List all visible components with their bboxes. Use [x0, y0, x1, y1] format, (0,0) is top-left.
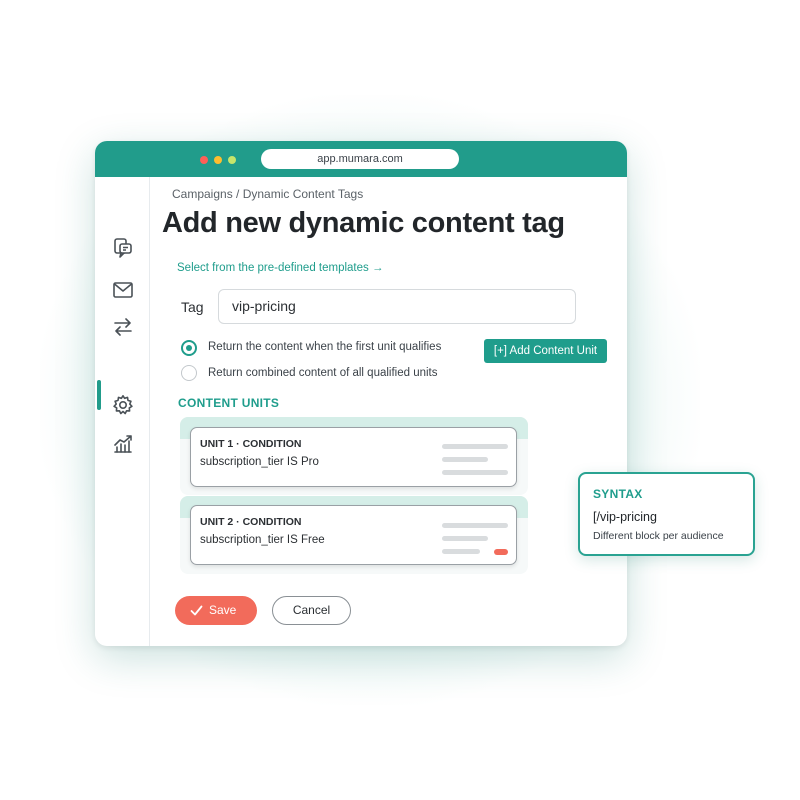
syntax-title: SYNTAX — [593, 487, 643, 501]
unit-title: UNIT 1 · CONDITION — [200, 438, 302, 450]
placeholder-line — [442, 444, 508, 449]
close-window-dot[interactable] — [200, 156, 208, 164]
placeholder-line — [442, 549, 480, 554]
placeholder-line — [442, 536, 488, 541]
remove-unit-indicator[interactable] — [494, 549, 508, 555]
combined-units-radio-label[interactable]: Return combined content of all qualified… — [208, 367, 438, 379]
cancel-button[interactable]: Cancel — [272, 596, 351, 625]
predefined-templates-link[interactable]: Select from the pre-defined templates → — [177, 262, 383, 274]
placeholder-line — [442, 470, 508, 475]
gear-icon[interactable] — [111, 393, 135, 417]
address-bar[interactable]: app.mumara.com — [261, 149, 459, 169]
content-unit-card[interactable]: UNIT 1 · CONDITION subscription_tier IS … — [190, 427, 517, 487]
sidebar — [95, 177, 150, 646]
page-title: Add new dynamic content tag — [162, 207, 565, 239]
tag-label: Tag — [181, 299, 204, 315]
combined-units-radio[interactable] — [181, 365, 197, 381]
first-unit-radio[interactable] — [181, 340, 197, 356]
syntax-description: Different block per audience — [593, 530, 724, 542]
placeholder-line — [442, 523, 508, 528]
placeholder-line — [442, 457, 488, 462]
minimize-window-dot[interactable] — [214, 156, 222, 164]
maximize-window-dot[interactable] — [228, 156, 236, 164]
content-units-heading: CONTENT UNITS — [178, 396, 280, 410]
tag-input[interactable]: vip-pricing — [218, 289, 576, 324]
unit-title: UNIT 2 · CONDITION — [200, 516, 302, 528]
chat-icon[interactable] — [111, 236, 135, 260]
first-unit-radio-label[interactable]: Return the content when the first unit q… — [208, 341, 441, 353]
unit-condition: subscription_tier IS Pro — [200, 456, 319, 468]
app-window: app.mumara.com Campaigns / Dynamic Conte… — [95, 141, 627, 646]
breadcrumb[interactable]: Campaigns / Dynamic Content Tags — [172, 187, 363, 201]
save-button-label: Save — [209, 603, 237, 617]
mail-icon[interactable] — [111, 278, 135, 302]
unit-condition: subscription_tier IS Free — [200, 534, 325, 546]
add-content-unit-button[interactable]: [+] Add Content Unit — [484, 339, 607, 363]
save-button[interactable]: Save — [175, 596, 257, 625]
syntax-code: [/vip-pricing — [593, 510, 657, 524]
swap-arrows-icon[interactable] — [111, 315, 135, 339]
sidebar-active-indicator — [97, 380, 101, 410]
check-icon — [190, 605, 203, 616]
content-unit-card[interactable]: UNIT 2 · CONDITION subscription_tier IS … — [190, 505, 517, 565]
chart-icon[interactable] — [111, 432, 135, 456]
syntax-card: SYNTAX [/vip-pricing Different block per… — [578, 472, 755, 556]
browser-titlebar: app.mumara.com — [95, 141, 627, 177]
